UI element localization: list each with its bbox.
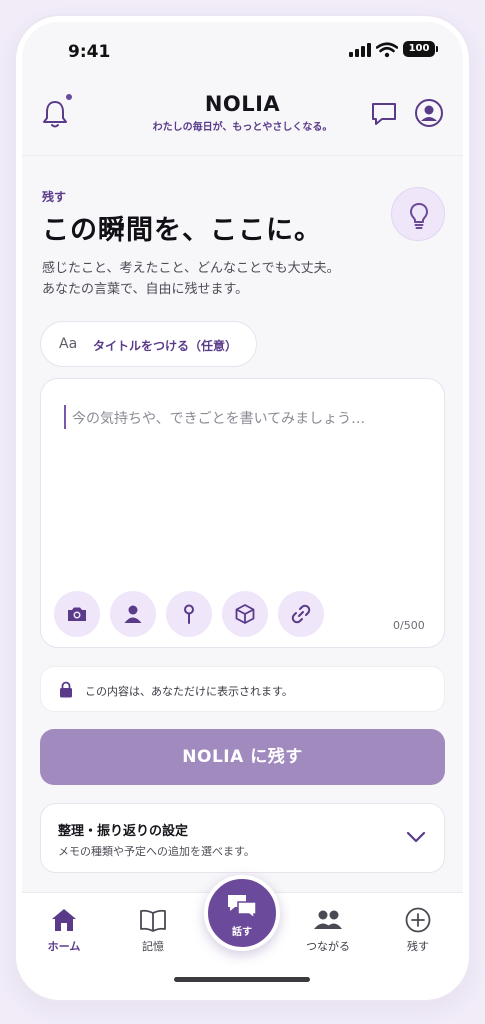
home-indicator (174, 977, 310, 982)
lock-icon (60, 681, 72, 698)
section-eyebrow: 残す (42, 190, 67, 204)
add-title-button[interactable]: Aa タイトルをつける（任意） (40, 321, 257, 367)
location-pin-icon (184, 604, 194, 624)
privacy-note: この内容は、あなただけに表示されます。 (40, 666, 445, 712)
battery-icon: 100 (403, 41, 438, 57)
app-header: NOLIA わたしの毎日が、もっとやさしくなる。 (22, 78, 463, 156)
tab-memories[interactable]: 記憶 (123, 907, 183, 954)
tab-label: 記憶 (142, 940, 164, 953)
tab-label: つながる (306, 940, 350, 953)
memo-editor[interactable]: 今の気持ちや、できごとを書いてみましょう… 0/500 (40, 378, 445, 648)
person-icon (124, 605, 142, 623)
page-title: この瞬間を、ここに。 (42, 215, 322, 246)
tab-label: ホーム (47, 940, 81, 953)
description-line: あなたの言葉で、自由に残せます。 (42, 282, 249, 297)
plus-circle-icon (405, 907, 431, 933)
app-screen: 9:41 100 NOLIA わたしの毎日が、もっとやさしくなる。 残す この瞬… (22, 22, 463, 994)
box-icon (235, 604, 255, 624)
link-icon (291, 604, 311, 624)
tab-record[interactable]: 残す (388, 907, 448, 954)
signal-icon (349, 43, 371, 57)
tab-bar: ホーム 記憶 話す つながる 残す (22, 875, 463, 994)
status-bar: 9:41 100 (22, 22, 463, 78)
people-icon (314, 910, 342, 929)
tab-home[interactable]: ホーム (34, 907, 94, 954)
page-description: 感じたこと、考えたこと、どんなことでも大丈夫。 あなたの言葉で、自由に残せます。 (42, 258, 422, 300)
tab-label: 話す (232, 927, 252, 938)
attach-photo-button[interactable] (54, 591, 100, 637)
lightbulb-icon (410, 203, 428, 229)
wifi-icon (376, 42, 398, 58)
tab-label: 残す (407, 940, 429, 953)
home-icon (52, 909, 76, 931)
chevron-down-icon (406, 831, 426, 843)
chat-bubble-icon[interactable] (370, 100, 398, 128)
camera-icon (68, 607, 86, 621)
editor-placeholder: 今の気持ちや、できごとを書いてみましょう… (72, 411, 366, 427)
text-format-icon: Aa (59, 336, 78, 352)
tab-connect[interactable]: つながる (298, 907, 358, 954)
tab-talk[interactable]: 話す (204, 875, 280, 951)
character-counter: 0/500 (393, 619, 425, 632)
hint-button[interactable] (391, 187, 445, 241)
add-title-label: タイトルをつける（任意） (93, 339, 238, 353)
add-location-button[interactable] (166, 591, 212, 637)
privacy-text: この内容は、あなただけに表示されます。 (85, 685, 293, 698)
status-time: 9:41 (68, 42, 111, 62)
add-item-button[interactable] (222, 591, 268, 637)
description-line: 感じたこと、考えたこと、どんなことでも大丈夫。 (42, 261, 340, 276)
add-link-button[interactable] (278, 591, 324, 637)
submit-button[interactable]: NOLIA に残す (40, 729, 445, 785)
text-cursor (64, 405, 66, 429)
tag-person-button[interactable] (110, 591, 156, 637)
settings-accordion[interactable]: 整理・振り返りの設定 メモの種類や予定への追加を選べます。 (40, 803, 445, 873)
book-icon (140, 909, 166, 932)
settings-subtitle: メモの種類や予定への追加を選べます。 (58, 845, 255, 858)
chat-bubbles-icon (228, 895, 257, 919)
profile-icon[interactable] (414, 98, 444, 128)
settings-title: 整理・振り返りの設定 (58, 824, 189, 839)
